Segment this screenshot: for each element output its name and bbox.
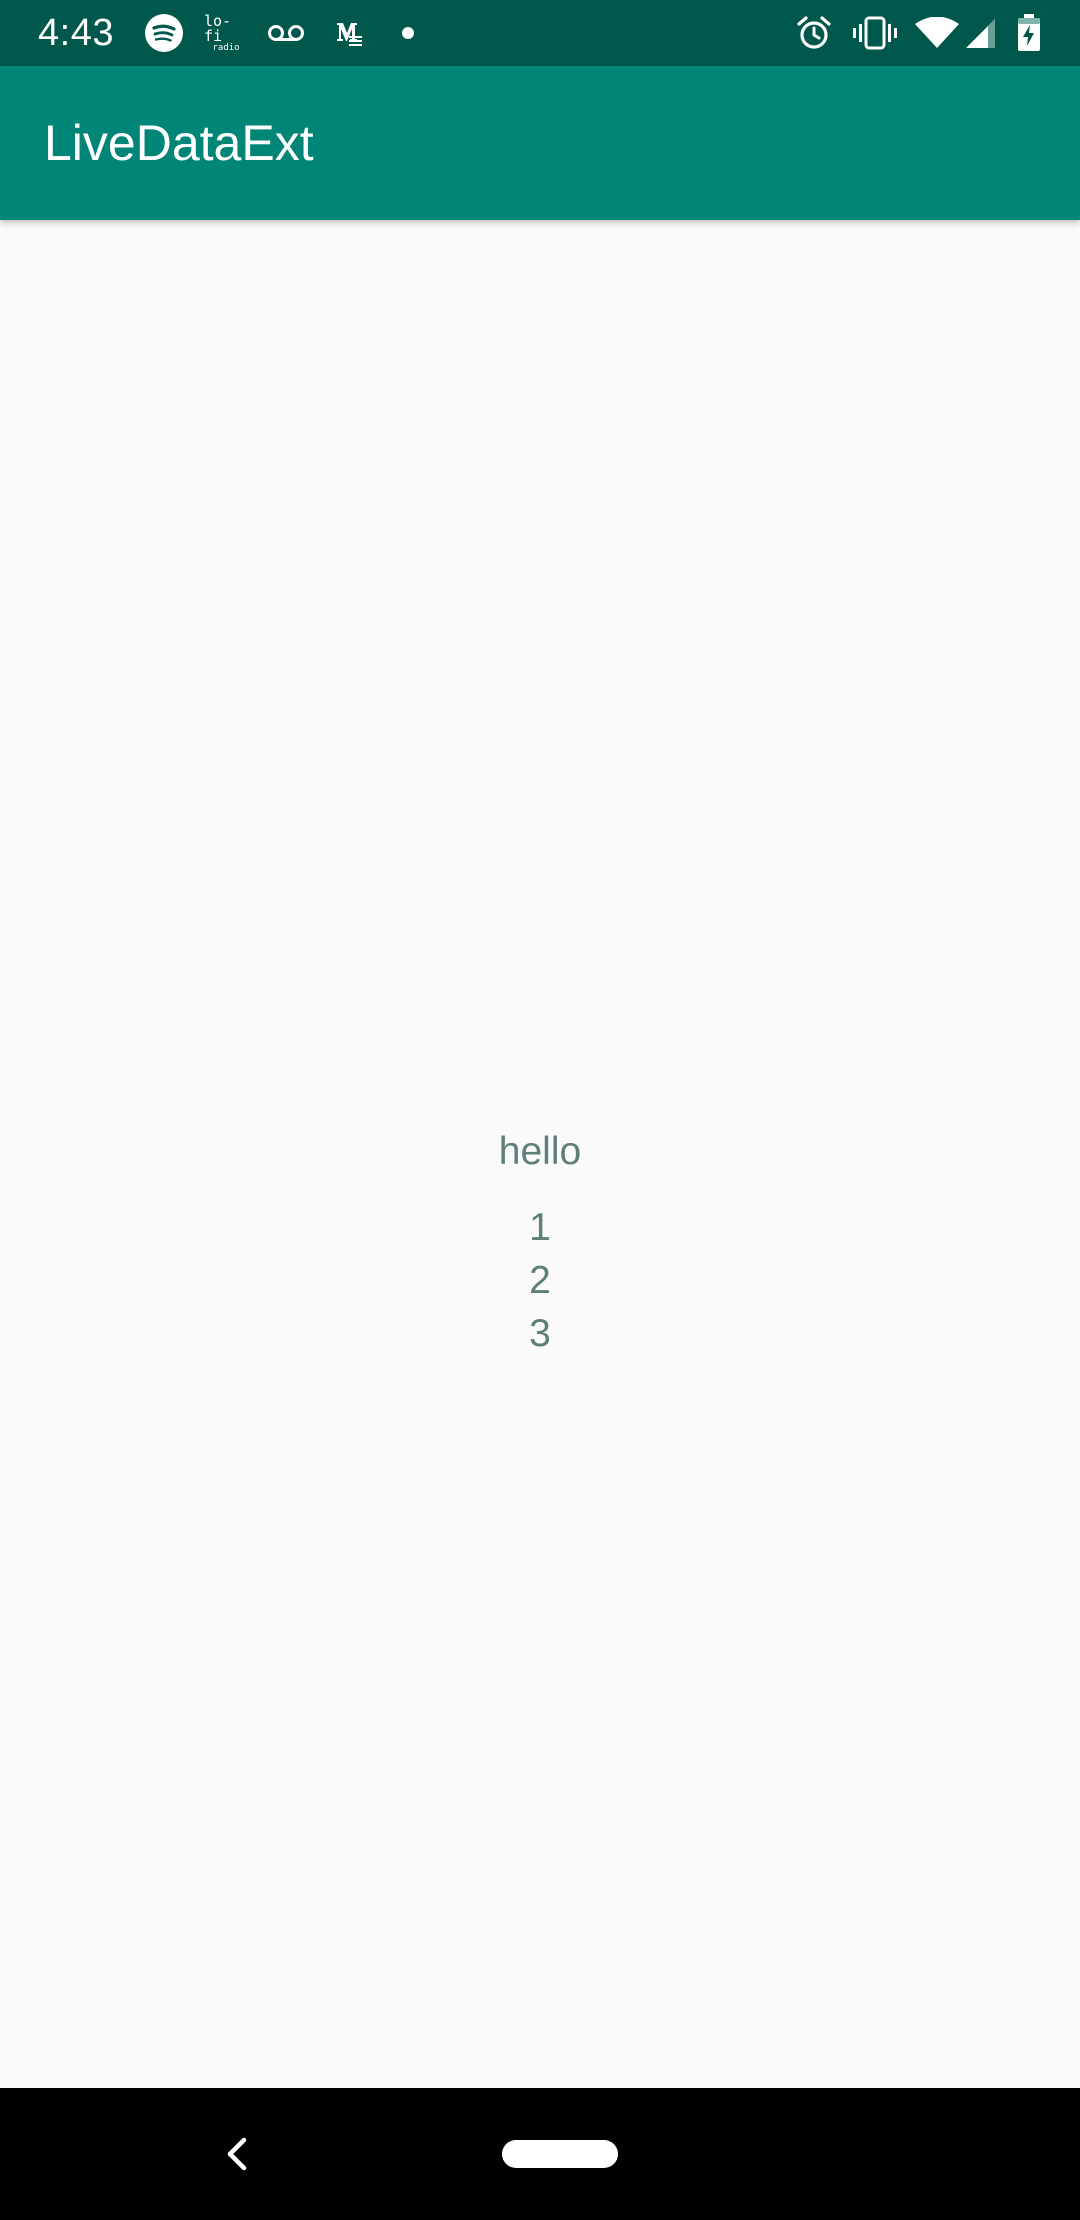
main-content: hello 1 2 3 xyxy=(0,220,1080,2088)
home-pill-icon[interactable] xyxy=(502,2140,618,2168)
dot-icon xyxy=(400,0,416,66)
hello-text: hello xyxy=(498,1130,582,1173)
gmail-icon xyxy=(334,0,364,66)
vibrate-icon xyxy=(852,0,898,66)
status-time: 4:43 xyxy=(38,12,114,54)
list-item: 3 xyxy=(529,1312,551,1355)
battery-charging-icon xyxy=(1014,0,1044,66)
spotify-icon xyxy=(144,0,184,66)
navigation-bar xyxy=(0,2088,1080,2220)
app-toolbar: LiveDataExt xyxy=(0,66,1080,220)
number-list: 1 2 3 xyxy=(0,1201,1080,1360)
cell-signal-icon xyxy=(962,0,998,66)
back-icon[interactable] xyxy=(216,2130,256,2178)
voicemail-icon xyxy=(266,0,306,66)
list-item: 2 xyxy=(529,1259,551,1302)
alarm-icon xyxy=(794,0,834,66)
lofi-label-line1: lo-fi xyxy=(204,11,232,45)
status-bar: 4:43 lo-fi radio xyxy=(0,0,1080,66)
list-item: 1 xyxy=(529,1206,551,1249)
lofi-label-line2: radio xyxy=(212,42,240,53)
lofi-radio-icon: lo-fi radio xyxy=(204,0,248,66)
app-title: LiveDataExt xyxy=(44,115,314,171)
wifi-icon xyxy=(914,0,960,66)
